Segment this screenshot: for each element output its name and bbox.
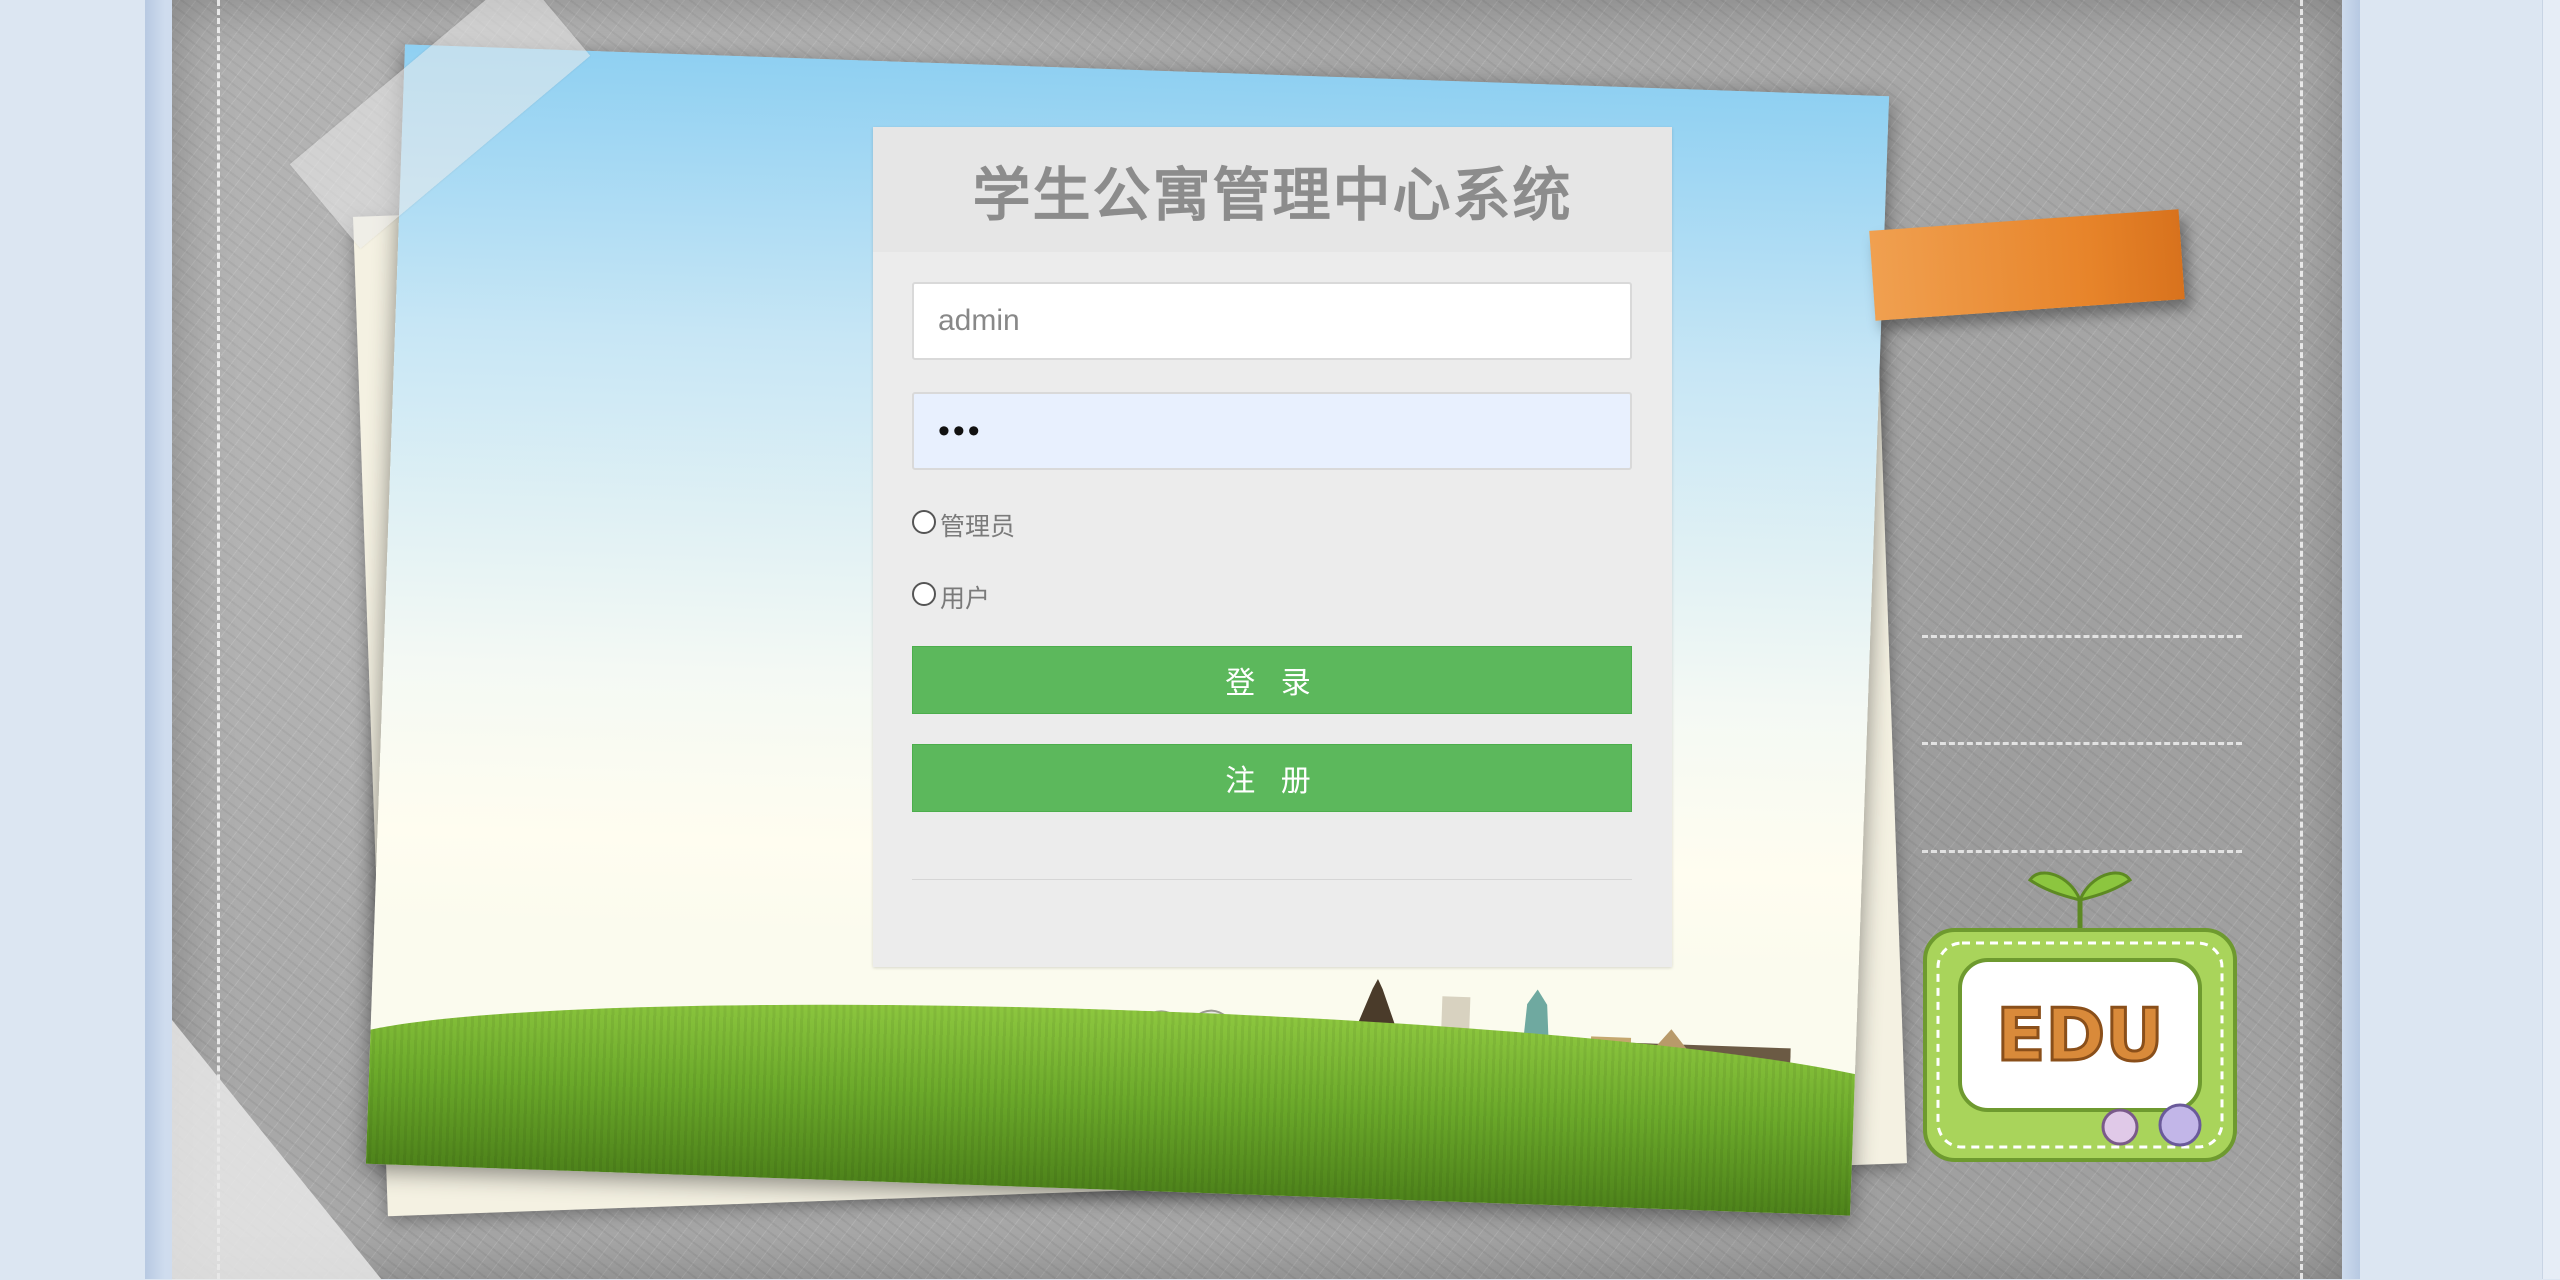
radio-button-admin[interactable] xyxy=(912,510,936,534)
role-label-user: 用户 xyxy=(940,584,991,613)
dashed-line xyxy=(1922,635,2242,638)
login-button[interactable]: 登 录 xyxy=(912,646,1632,714)
role-option-admin[interactable]: 管理员 xyxy=(912,507,1015,543)
dashed-line xyxy=(1922,742,2242,745)
folded-corner xyxy=(172,1020,382,1280)
radio-button-user[interactable] xyxy=(912,582,936,606)
edu-tv-illustration: EDU xyxy=(1923,871,2237,1162)
role-option-user[interactable]: 用户 xyxy=(912,579,990,615)
divider xyxy=(912,879,1632,880)
edu-badge-text: EDU xyxy=(1996,993,2163,1077)
username-input[interactable] xyxy=(912,282,1632,360)
password-input[interactable] xyxy=(912,392,1632,470)
scrollbar[interactable] xyxy=(2542,0,2560,1279)
role-label-admin: 管理员 xyxy=(940,512,1016,541)
page-title: 学生公寓管理中心系统 xyxy=(972,160,1573,229)
login-panel: 学生公寓管理中心系统 管理员 用户 登 录 注 册 xyxy=(873,127,1672,967)
register-button[interactable]: 注 册 xyxy=(912,744,1632,812)
panel-header: 学生公寓管理中心系统 xyxy=(873,127,1672,252)
